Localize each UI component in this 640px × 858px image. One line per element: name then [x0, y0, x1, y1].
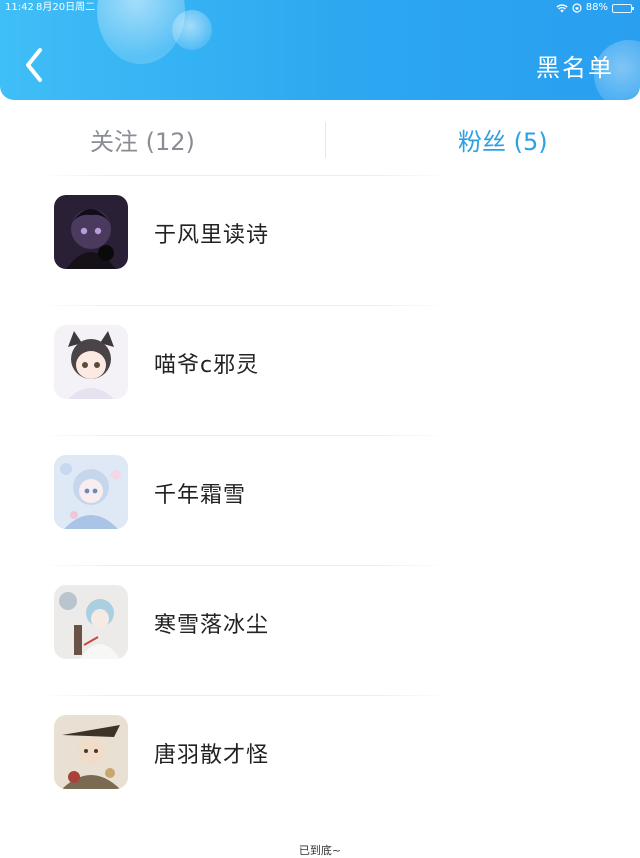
orientation-lock-icon: [572, 3, 582, 13]
row-divider: [40, 435, 450, 436]
decorative-bubble: [172, 10, 212, 50]
avatar[interactable]: [54, 325, 128, 399]
top-header: 11:42 8月20日周二 88% 黑名单: [0, 0, 640, 100]
chevron-left-icon: [26, 48, 42, 82]
status-time: 11:42: [5, 2, 34, 13]
row-divider: [40, 695, 450, 696]
avatar[interactable]: [54, 715, 128, 789]
follower-name: 唐羽散才怪: [154, 743, 270, 768]
tab-bar: 关注 (12) 粉丝 (5): [0, 108, 640, 174]
tab-followers[interactable]: 粉丝 (5): [458, 122, 548, 157]
row-divider: [40, 305, 450, 306]
status-right: 88%: [556, 0, 634, 16]
list-item[interactable]: 喵爷c邪灵: [0, 305, 640, 435]
status-date: 8月20日周二: [36, 2, 96, 13]
list-item[interactable]: 千年霜雪: [0, 435, 640, 565]
follower-list: 于风里读诗 喵爷c邪灵 千年霜雪 寒雪落冰尘 唐羽散才怪: [0, 175, 640, 825]
blacklist-button[interactable]: 黑名单: [536, 48, 614, 83]
status-bar: 11:42 8月20日周二 88%: [0, 0, 640, 16]
battery-percent: 88%: [585, 2, 608, 13]
follower-name: 千年霜雪: [154, 483, 247, 508]
row-divider: [40, 565, 450, 566]
row-divider: [40, 175, 450, 176]
list-item[interactable]: 寒雪落冰尘: [0, 565, 640, 695]
follower-name: 寒雪落冰尘: [154, 613, 270, 638]
back-button[interactable]: [20, 46, 50, 84]
avatar[interactable]: [54, 585, 128, 659]
follower-name: 于风里读诗: [154, 223, 270, 248]
follower-name: 喵爷c邪灵: [154, 353, 260, 378]
battery-icon: [612, 3, 634, 13]
avatar[interactable]: [54, 195, 128, 269]
end-of-list-text: 已到底~: [298, 844, 342, 857]
list-item[interactable]: 于风里读诗: [0, 175, 640, 305]
avatar[interactable]: [54, 455, 128, 529]
tab-divider: [325, 122, 326, 158]
wifi-icon: [556, 3, 568, 12]
tab-following[interactable]: 关注 (12): [90, 122, 195, 157]
list-item[interactable]: 唐羽散才怪: [0, 695, 640, 825]
